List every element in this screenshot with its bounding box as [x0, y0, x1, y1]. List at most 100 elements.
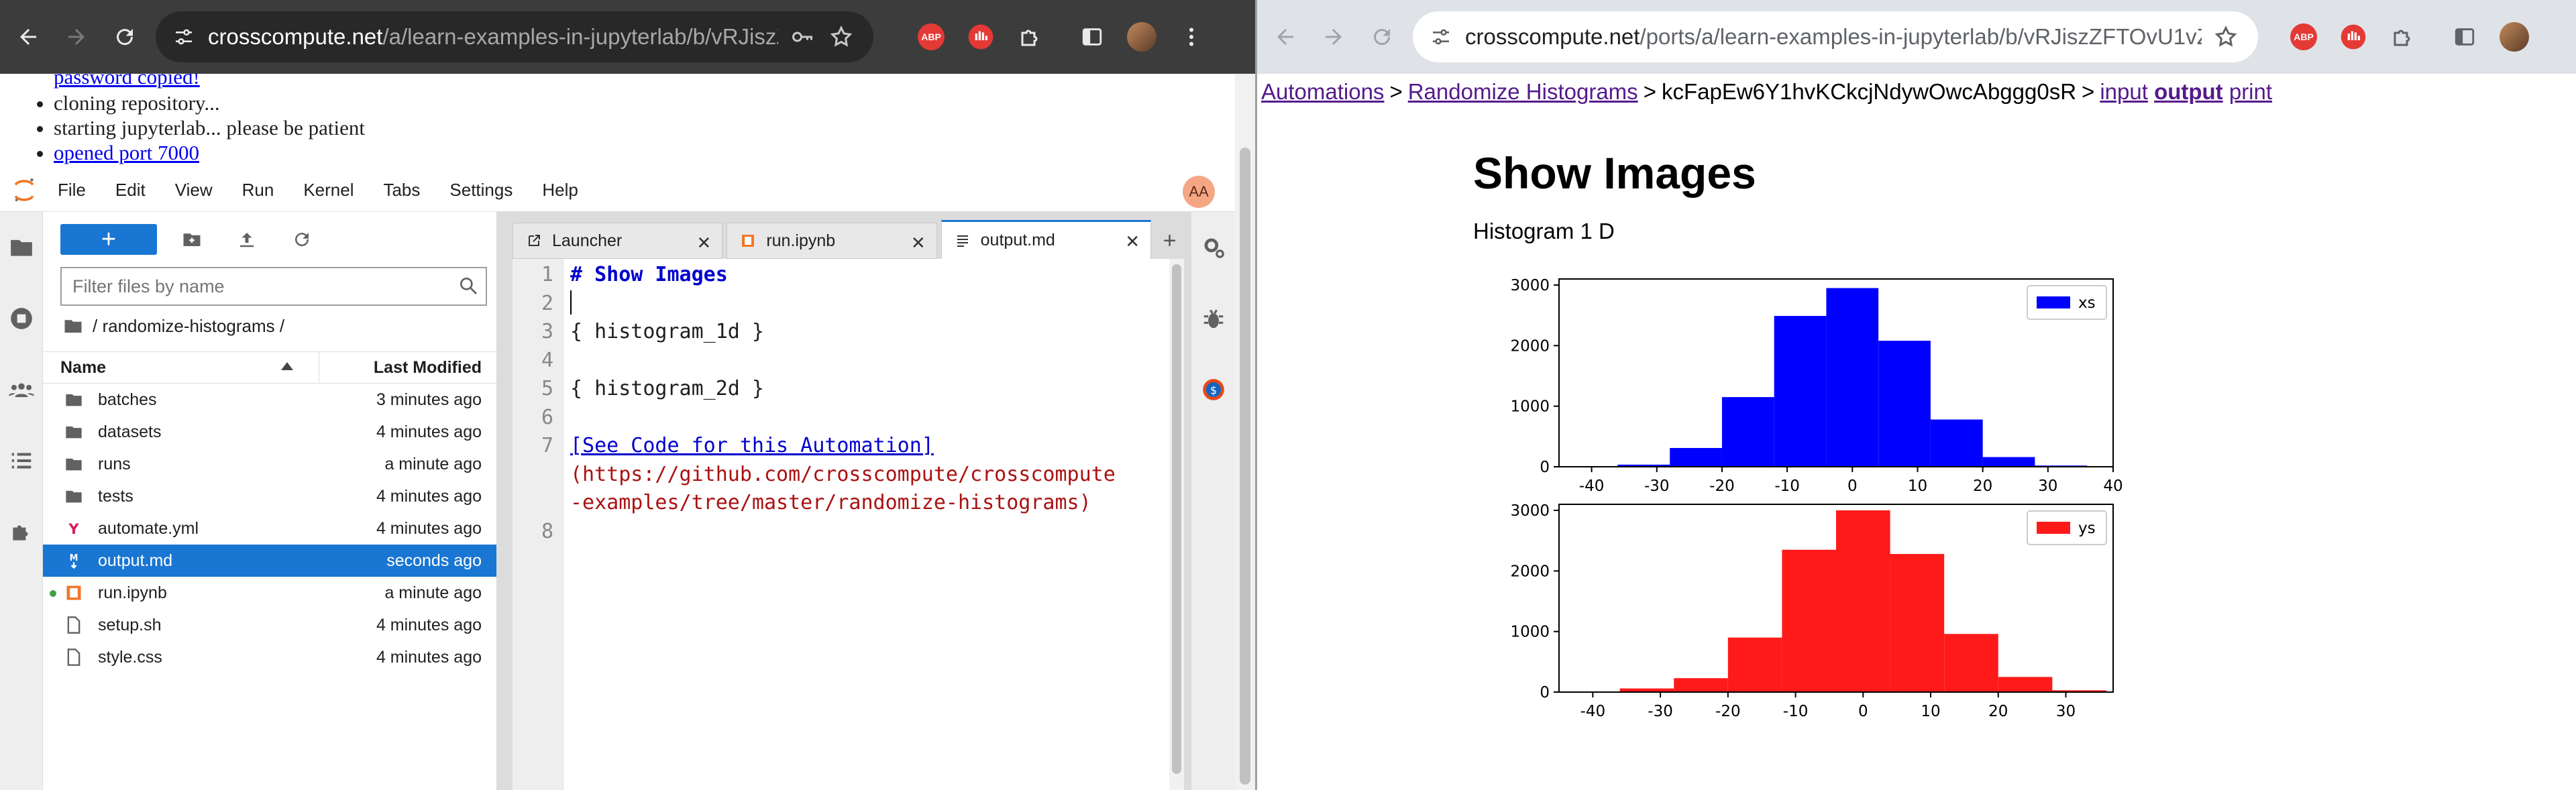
opened-port-link[interactable]: opened port 7000 [54, 141, 199, 164]
legend-label: ys [2078, 520, 2096, 537]
profile-avatar-icon[interactable] [1123, 18, 1161, 56]
folder-icon [64, 320, 82, 333]
new-launcher-button[interactable]: + [60, 224, 157, 255]
extension-panel-tab[interactable]: $ [1191, 354, 1236, 425]
line-number: 7 [541, 434, 553, 457]
adblock-extension-icon[interactable]: ABP [2285, 18, 2322, 56]
file-row[interactable]: runs a minute ago [43, 448, 496, 480]
file-browser-tab[interactable] [0, 212, 43, 283]
adblock-extension-icon[interactable]: ABP [912, 18, 950, 56]
markdown-editor[interactable]: 1 2 3 4 5 6 7 8 # Show Images { histogram_1d } { … [513, 259, 1184, 790]
legend-swatch [2037, 296, 2070, 308]
menu-kernel[interactable]: Kernel [303, 180, 354, 201]
input-link[interactable]: input [2100, 79, 2148, 104]
password-key-icon[interactable] [788, 22, 817, 52]
file-row[interactable]: run.ipynb a minute ago [43, 577, 496, 609]
file-row[interactable]: datasets 4 minutes ago [43, 416, 496, 448]
address-bar[interactable]: crosscompute.net/ports/a/learn-examples-… [1413, 11, 2258, 62]
extensions-puzzle-icon[interactable] [2384, 18, 2422, 56]
menu-view[interactable]: View [175, 180, 213, 201]
breadcrumb-automations-link[interactable]: Automations [1261, 79, 1384, 104]
file-name: setup.sh [98, 615, 162, 634]
breadcrumb-path[interactable]: / randomize-histograms / [93, 316, 284, 337]
file-row[interactable]: setup.sh 4 minutes ago [43, 609, 496, 641]
file-row[interactable]: Moutput.md seconds ago [43, 545, 496, 577]
back-button[interactable] [8, 17, 48, 57]
side-panel-icon[interactable] [2446, 18, 2483, 56]
sort-ascending-icon [281, 362, 293, 370]
histogram-bar [1782, 549, 1836, 692]
collaborators-tab[interactable] [0, 354, 43, 425]
site-info-icon[interactable] [1430, 26, 1452, 48]
menu-help[interactable]: Help [542, 180, 578, 201]
hand-extension-icon[interactable] [962, 18, 1000, 56]
new-folder-button[interactable] [176, 223, 208, 256]
text-file-icon [954, 232, 971, 249]
name-column-header[interactable]: Name [43, 351, 319, 384]
menu-edit[interactable]: Edit [115, 180, 146, 201]
refresh-button[interactable] [286, 223, 318, 256]
forward-button[interactable] [56, 17, 97, 57]
menu-settings[interactable]: Settings [449, 180, 513, 201]
file-row[interactable]: batches 3 minutes ago [43, 384, 496, 416]
back-button[interactable] [1265, 17, 1305, 57]
close-icon[interactable]: ✕ [1125, 231, 1140, 252]
browser-menu-icon[interactable] [1173, 18, 1210, 56]
tab-output-md[interactable]: output.md ✕ [941, 220, 1151, 259]
code-line: (https://github.com/crosscompute/crossco… [570, 462, 1116, 486]
line-number: 4 [541, 348, 553, 372]
file-filter-input[interactable]: Filter files by name [60, 267, 487, 306]
modified-column-header[interactable]: Last Modified [319, 358, 496, 378]
add-tab-button[interactable]: + [1155, 223, 1184, 259]
menu-tabs[interactable]: Tabs [383, 180, 420, 201]
upload-button[interactable] [231, 223, 263, 256]
bookmark-star-icon[interactable] [826, 22, 856, 52]
file-row[interactable]: tests 4 minutes ago [43, 480, 496, 512]
side-panel-icon[interactable] [1073, 18, 1111, 56]
histogram-bar [1670, 448, 1722, 467]
debugger-tab[interactable] [1191, 283, 1236, 354]
tab-run-ipynb[interactable]: run.ipynb ✕ [727, 223, 937, 259]
file-row[interactable]: style.css 4 minutes ago [43, 641, 496, 673]
close-icon[interactable]: ✕ [911, 233, 926, 253]
breadcrumb-automation-link[interactable]: Randomize Histograms [1408, 79, 1638, 104]
user-avatar[interactable]: AA [1183, 176, 1215, 208]
output-link[interactable]: output [2154, 79, 2223, 104]
extensions-puzzle-icon[interactable] [1012, 18, 1049, 56]
x-tick-label: -20 [1715, 703, 1741, 720]
editor-scrollbar[interactable] [1169, 259, 1184, 790]
file-name: automate.yml [98, 518, 199, 538]
file-browser: + Filter files by name / randomize-histo… [43, 212, 503, 790]
breadcrumb[interactable]: / randomize-histograms / [43, 306, 496, 346]
property-inspector-tab[interactable] [1191, 212, 1236, 283]
hand-extension-icon[interactable] [2334, 18, 2372, 56]
startup-log: password copied! cloning repository... s… [0, 74, 1235, 166]
file-modified: 3 minutes ago [376, 390, 482, 409]
menu-file[interactable]: File [58, 180, 86, 201]
forward-button[interactable] [1313, 17, 1354, 57]
password-copied-link[interactable]: password copied! [54, 74, 200, 89]
table-of-contents-tab[interactable] [0, 425, 43, 496]
svg-text:Y: Y [68, 521, 79, 537]
x-tick-label: -40 [1580, 703, 1606, 720]
profile-avatar-icon[interactable] [2496, 18, 2533, 56]
address-bar[interactable]: crosscompute.net/a/learn-examples-in-jup… [156, 11, 873, 62]
extension-manager-tab[interactable] [0, 496, 43, 567]
page-scrollbar[interactable] [1235, 74, 1255, 790]
close-icon[interactable]: ✕ [697, 233, 712, 253]
menu-run[interactable]: Run [242, 180, 274, 201]
print-link[interactable]: print [2229, 79, 2272, 104]
reload-button[interactable] [1362, 17, 1402, 57]
file-row[interactable]: Yautomate.yml 4 minutes ago [43, 512, 496, 545]
svg-text:$: $ [1210, 384, 1217, 396]
folder-icon [62, 487, 86, 506]
histogram-bar [1836, 510, 1890, 692]
bookmark-star-icon[interactable] [2211, 22, 2241, 52]
site-info-icon[interactable] [173, 26, 195, 48]
tab-launcher[interactable]: Launcher ✕ [513, 223, 723, 259]
reload-button[interactable] [105, 17, 145, 57]
running-sessions-tab[interactable] [0, 283, 43, 354]
histogram-bar [1721, 397, 1774, 467]
histogram-bar [1878, 341, 1931, 467]
launcher-icon [525, 232, 543, 249]
